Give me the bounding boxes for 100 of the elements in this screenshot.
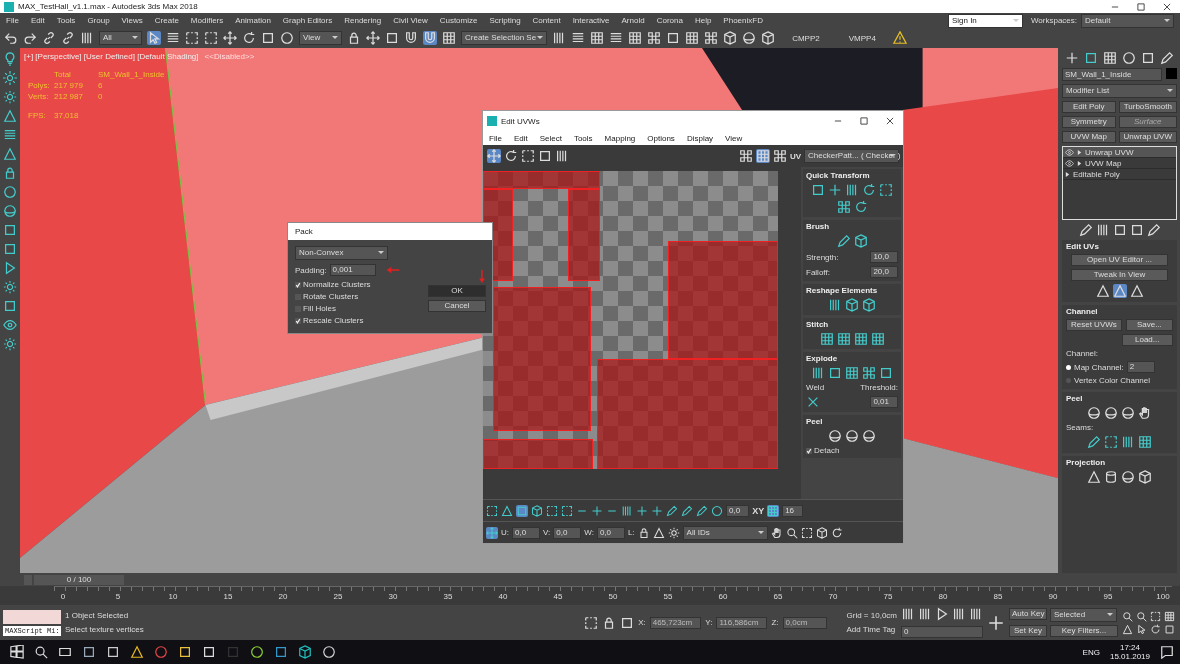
grid-icon[interactable] xyxy=(845,366,859,380)
menu-item[interactable]: Civil View xyxy=(387,16,434,25)
panel-button[interactable]: Tweak In View xyxy=(1071,269,1168,281)
square-icon[interactable] xyxy=(538,149,552,163)
bars-icon[interactable] xyxy=(1095,223,1110,237)
dialog-button[interactable]: Cancel xyxy=(428,300,486,312)
grid-icon[interactable] xyxy=(819,332,834,346)
pencil-icon[interactable] xyxy=(666,504,678,517)
list-icon[interactable] xyxy=(571,31,586,45)
bars-icon[interactable] xyxy=(621,504,633,517)
menu-item[interactable]: File xyxy=(0,16,25,25)
menu-item[interactable]: Views xyxy=(115,16,149,25)
plus-icon[interactable] xyxy=(591,504,603,517)
square-icon[interactable] xyxy=(1141,51,1156,65)
checker-icon[interactable] xyxy=(647,31,662,45)
uv-button[interactable]: UV xyxy=(789,151,801,161)
rollout-header[interactable]: Explode xyxy=(806,354,898,363)
coordinate-field[interactable]: 0,0 xyxy=(512,526,540,539)
rotate-icon[interactable] xyxy=(504,149,518,163)
menu-item[interactable]: Modifiers xyxy=(184,16,230,25)
pencil-icon[interactable] xyxy=(1146,223,1161,237)
bars-icon[interactable] xyxy=(555,149,569,163)
list-icon[interactable] xyxy=(166,31,180,45)
rotate-icon[interactable] xyxy=(1150,623,1161,635)
selection-set-dropdown[interactable]: Create Selection Se xyxy=(461,31,548,45)
panel-button[interactable]: Open UV Editor ... xyxy=(1071,254,1168,266)
rollout-header[interactable]: Peel xyxy=(1066,394,1173,403)
rollout-header[interactable]: Projection xyxy=(1066,458,1173,467)
grid-icon[interactable] xyxy=(755,149,770,163)
panel-button[interactable]: Reset UVWs xyxy=(1066,319,1122,331)
rollout-header[interactable]: Peel xyxy=(806,417,898,426)
task-view-icon[interactable] xyxy=(58,645,72,659)
current-frame-field[interactable]: 0 xyxy=(901,626,983,638)
pencil-icon[interactable] xyxy=(1078,223,1093,237)
menu-item[interactable]: View xyxy=(719,133,749,143)
triangle-icon[interactable] xyxy=(1095,284,1110,298)
close-icon[interactable] xyxy=(885,116,895,126)
triangle-icon[interactable] xyxy=(1112,284,1127,298)
search-icon[interactable] xyxy=(1122,610,1133,622)
viewport-label[interactable]: [+] [Perspective] [User Defined] [Default Shading] xyxy=(24,52,199,61)
dialog-button[interactable]: OK xyxy=(428,285,486,297)
clock-time[interactable]: 17:24 xyxy=(1119,643,1140,652)
checker-icon[interactable] xyxy=(772,149,787,163)
eye-icon[interactable] xyxy=(3,318,17,332)
number-field[interactable]: 20,0 xyxy=(870,266,898,278)
modifier-button[interactable]: Symmetry xyxy=(1062,116,1116,128)
square-icon[interactable] xyxy=(106,645,120,659)
grid-icon[interactable] xyxy=(836,332,851,346)
cube-icon[interactable] xyxy=(853,234,868,248)
rollout-header[interactable]: Stitch xyxy=(806,320,898,329)
menu-item[interactable]: Options xyxy=(641,133,681,143)
plus-icon[interactable] xyxy=(828,183,842,197)
menu-item[interactable]: Corona xyxy=(650,16,689,25)
maximize-icon[interactable] xyxy=(1136,1,1146,12)
selection-filter-dropdown[interactable]: All xyxy=(99,31,142,45)
link-icon[interactable] xyxy=(42,31,56,45)
padding-field[interactable]: 0,001 xyxy=(329,264,376,276)
bars-icon[interactable] xyxy=(918,607,932,621)
rotate-icon[interactable] xyxy=(242,31,256,45)
cube-icon[interactable] xyxy=(723,31,738,45)
grid-icon[interactable] xyxy=(442,31,456,45)
link-icon[interactable] xyxy=(61,31,75,45)
select-cursor-icon[interactable] xyxy=(1136,623,1147,635)
object-color-swatch[interactable] xyxy=(1166,68,1177,79)
grid-icon[interactable] xyxy=(853,332,868,346)
coordinate-field[interactable]: 0,0 xyxy=(596,526,625,539)
bars-icon[interactable] xyxy=(901,607,915,621)
square-icon[interactable] xyxy=(620,615,635,630)
undo-icon[interactable] xyxy=(4,31,18,45)
square-icon[interactable] xyxy=(274,645,288,659)
pack-method-dropdown[interactable]: Non-Convex xyxy=(295,246,388,260)
checker-icon[interactable] xyxy=(836,200,851,214)
list-icon[interactable] xyxy=(609,31,624,45)
sun-icon[interactable] xyxy=(3,71,17,85)
checker-icon[interactable] xyxy=(738,149,753,163)
search-icon[interactable] xyxy=(34,645,48,659)
bars-icon[interactable] xyxy=(80,31,94,45)
rollout-header[interactable]: Channel xyxy=(1066,307,1173,316)
hand-icon[interactable] xyxy=(1138,406,1152,420)
maximize-icon[interactable] xyxy=(859,116,869,126)
sign-in-dropdown[interactable]: Sign In xyxy=(947,13,1023,28)
plus-icon[interactable] xyxy=(636,504,648,517)
menu-item[interactable]: Edit xyxy=(24,16,51,25)
grid-icon[interactable] xyxy=(870,332,885,346)
pencil-icon[interactable] xyxy=(1087,435,1101,449)
magnet-icon[interactable] xyxy=(404,31,418,45)
reference-coordinate-dropdown[interactable]: View xyxy=(299,31,342,45)
redo-icon[interactable] xyxy=(23,31,37,45)
grid-icon[interactable] xyxy=(590,31,605,45)
menu-item[interactable]: Tools xyxy=(50,16,82,25)
expand-arrow-icon[interactable] xyxy=(1065,171,1070,177)
windows-logo-icon[interactable] xyxy=(10,645,24,659)
map-channel-field[interactable]: 2 xyxy=(1126,361,1155,373)
modifier-list-dropdown[interactable]: Modifier List xyxy=(1062,84,1177,98)
rollout-header[interactable]: Reshape Elements xyxy=(806,286,898,295)
bars-icon[interactable] xyxy=(811,366,825,380)
cylinder-icon[interactable] xyxy=(1104,470,1118,484)
object-name-field[interactable]: SM_Wall_1_Inside xyxy=(1062,68,1162,81)
menu-item[interactable]: Customize xyxy=(433,16,484,25)
key-mode-dropdown[interactable]: Selected xyxy=(1050,608,1117,622)
